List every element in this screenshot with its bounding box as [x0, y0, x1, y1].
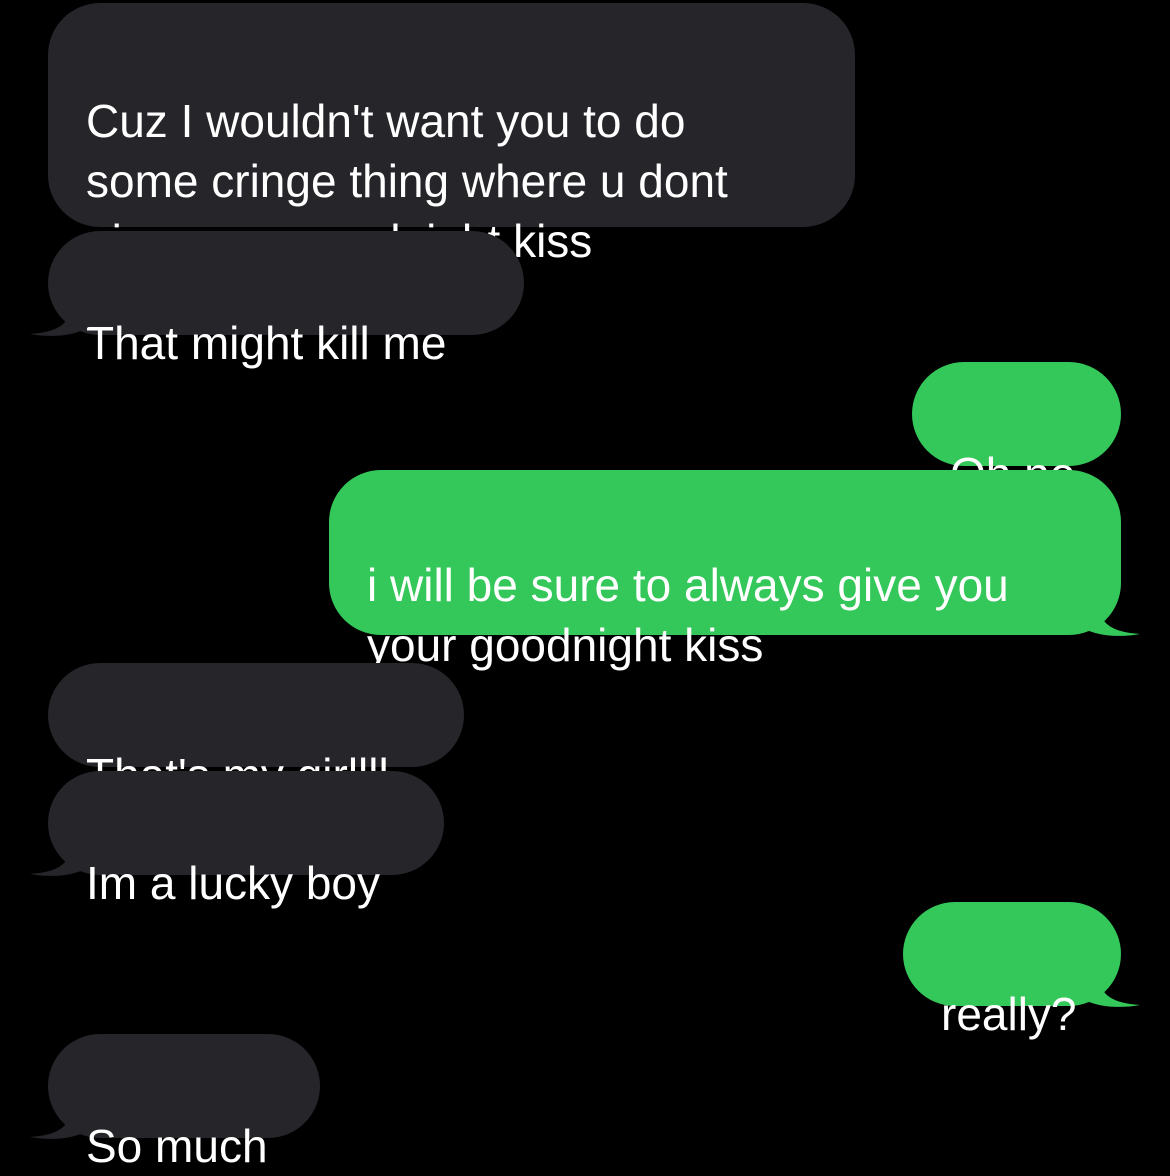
message-bubble-received[interactable]: Cuz I wouldn't want you to do some cring… [48, 3, 855, 267]
received-bubble-tail [30, 300, 90, 336]
sent-bubble-tail [1080, 600, 1140, 636]
message-text: Im a lucky boy [86, 857, 380, 909]
message-bubble-sent[interactable]: Oh no [912, 362, 1121, 500]
received-bubble-tail [30, 840, 90, 876]
message-text: So much [86, 1120, 268, 1172]
message-bubble-received[interactable]: Im a lucky boy [48, 771, 444, 909]
message-thread: Cuz I wouldn't want you to do some cring… [0, 0, 1170, 1172]
message-text: i will be sure to always give you your g… [367, 559, 1009, 671]
sent-bubble-tail [1080, 971, 1140, 1007]
message-bubble-received[interactable]: That's my girllll [48, 663, 464, 801]
received-bubble-tail [30, 1103, 90, 1139]
message-text: really? [941, 988, 1077, 1040]
message-text: That might kill me [86, 317, 447, 369]
message-bubble-received[interactable]: That might kill me [48, 231, 524, 369]
message-bubble-sent[interactable]: i will be sure to always give you your g… [329, 470, 1121, 671]
